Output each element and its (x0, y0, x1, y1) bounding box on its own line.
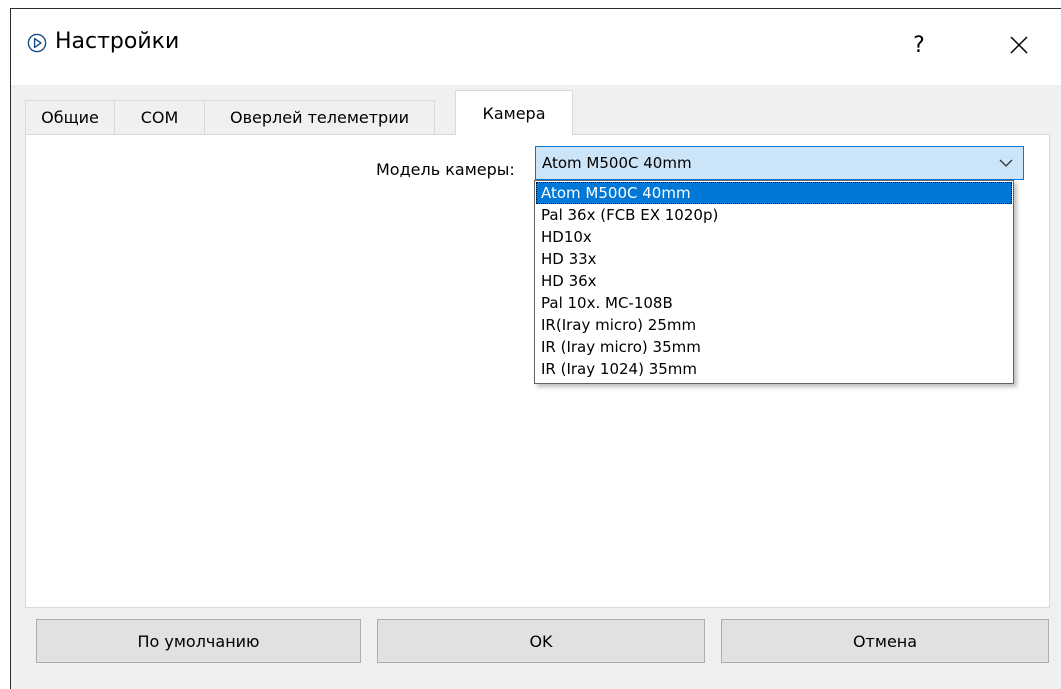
chevron-down-icon (999, 159, 1013, 167)
dropdown-option[interactable]: IR (Iray 1024) 35mm (536, 358, 1012, 380)
camera-model-dropdown: Atom M500C 40mm Pal 36x (FCB EX 1020p) H… (534, 180, 1014, 384)
ok-button[interactable]: OK (377, 619, 705, 663)
dropdown-option[interactable]: HD10x (536, 226, 1012, 248)
help-button[interactable]: ? (896, 23, 942, 67)
window-title: Настройки (55, 29, 180, 54)
dropdown-option[interactable]: HD 33x (536, 248, 1012, 270)
tab-camera[interactable]: Камера (455, 90, 573, 135)
tab-com[interactable]: COM (114, 100, 205, 134)
camera-model-value: Atom M500C 40mm (542, 154, 692, 172)
close-icon (1010, 36, 1028, 54)
dropdown-option[interactable]: IR(Iray micro) 25mm (536, 314, 1012, 336)
dropdown-option[interactable]: Pal 10x. MC-108B (536, 292, 1012, 314)
title-bar: Настройки ? (11, 9, 1061, 85)
camera-model-select[interactable]: Atom M500C 40mm (535, 146, 1024, 180)
cancel-button[interactable]: Отмена (721, 619, 1049, 663)
defaults-button[interactable]: По умолчанию (36, 619, 361, 663)
close-button[interactable] (996, 23, 1042, 67)
dropdown-option[interactable]: Atom M500C 40mm (536, 182, 1012, 204)
play-circle-icon (27, 33, 47, 53)
tab-telemetry-overlay[interactable]: Оверлей телеметрии (204, 100, 435, 134)
tab-general[interactable]: Общие (25, 100, 115, 134)
camera-model-label: Модель камеры: (376, 160, 515, 179)
dropdown-option[interactable]: IR (Iray micro) 35mm (536, 336, 1012, 358)
dropdown-option[interactable]: HD 36x (536, 270, 1012, 292)
dropdown-option[interactable]: Pal 36x (FCB EX 1020p) (536, 204, 1012, 226)
